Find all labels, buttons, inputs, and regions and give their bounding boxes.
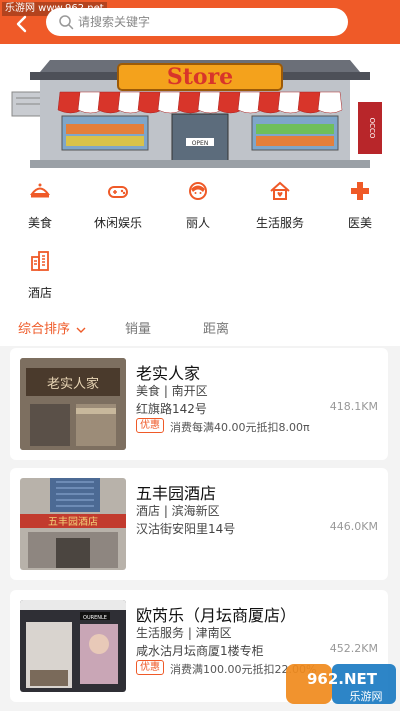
dish-icon xyxy=(30,183,50,198)
category-hotel[interactable]: 酒店 xyxy=(0,244,80,300)
category-label: 美食 xyxy=(27,216,52,230)
store-name: 老实人家 xyxy=(136,364,201,383)
sort-tab-distance[interactable]: 距离 xyxy=(203,318,229,337)
store-sign-text: Store xyxy=(167,64,233,90)
store-banner[interactable]: Store OPEN OCCO xyxy=(0,44,400,170)
promo-text: 消费每满40.00元抵扣8.00π xyxy=(170,421,310,434)
category-medical[interactable]: 医美 xyxy=(320,174,400,230)
category-label: 生活服务 xyxy=(255,216,304,230)
discount-badge: 优惠 xyxy=(136,418,164,433)
store-category-district: 酒店 | 滨海新区 xyxy=(136,504,220,518)
search-placeholder: 请搜索关键字 xyxy=(78,15,151,29)
search-input[interactable]: 请搜索关键字 xyxy=(46,8,348,36)
thumb-sign: 老实人家 xyxy=(47,376,99,392)
store-category-district: 美食 | 南开区 xyxy=(136,384,208,398)
hotel-icon xyxy=(31,251,49,271)
store-name: 五丰园酒店 xyxy=(136,484,217,503)
category-label: 医美 xyxy=(347,216,372,230)
beauty-icon xyxy=(189,182,207,200)
store-address: 红旗路142号 xyxy=(136,402,207,416)
store-distance: 446.0KM xyxy=(329,520,378,533)
store-photo: 老实人家 xyxy=(20,358,126,450)
medical-cross-icon xyxy=(351,182,369,200)
thumb-sign: OURENLE xyxy=(83,615,107,621)
chevron-down-icon xyxy=(76,327,86,333)
sort-tab-label: 综合排序 xyxy=(18,322,71,337)
site-logo-watermark: 962.NET 乐游网 xyxy=(286,658,398,708)
gamepad-icon xyxy=(108,186,128,198)
home-service-icon xyxy=(270,181,290,200)
store-distance: 418.1KM xyxy=(329,400,378,413)
store-name: 欧芮乐（月坛商厦店） xyxy=(136,606,297,625)
store-illustration: Store OPEN OCCO xyxy=(11,60,382,168)
back-arrow-icon[interactable] xyxy=(12,14,32,34)
store-distance: 452.2KM xyxy=(329,642,378,655)
list-item[interactable]: 老实人家 老实人家 美食 | 南开区 红旗路142号 418.1KM 优惠 消费… xyxy=(10,348,388,460)
top-bar: 乐游网 www.962.net 请搜索关键字 xyxy=(0,0,400,44)
side-flag-text: OCCO xyxy=(368,118,376,139)
logo-subtext: 乐游网 xyxy=(350,690,383,703)
store-photo: 五丰园酒店 xyxy=(20,478,126,570)
search-icon xyxy=(59,15,74,30)
category-life-service[interactable]: 生活服务 xyxy=(240,174,320,230)
category-entertainment[interactable]: 休闲娱乐 xyxy=(78,174,158,230)
store-category-district: 生活服务 | 津南区 xyxy=(136,626,232,640)
door-open-sign: OPEN xyxy=(192,140,209,147)
category-grid: 美食 休闲娱乐 丽人 生活服务 医美 酒店 xyxy=(0,170,400,306)
category-label: 酒店 xyxy=(27,286,52,300)
store-address: 汉沽街安阳里14号 xyxy=(136,522,236,536)
discount-badge: 优惠 xyxy=(136,660,164,675)
category-label: 丽人 xyxy=(185,216,210,230)
store-address: 咸水沽月坛商厦1楼专柜 xyxy=(136,644,264,658)
sort-bar: 综合排序 销量 距离 xyxy=(0,306,400,346)
logo-text: 962.NET xyxy=(307,670,378,688)
category-label: 休闲娱乐 xyxy=(93,216,142,230)
category-food[interactable]: 美食 xyxy=(0,174,80,230)
sort-tab-sales[interactable]: 销量 xyxy=(125,318,151,337)
category-beauty[interactable]: 丽人 xyxy=(158,174,238,230)
list-item[interactable]: 五丰园酒店 五丰园酒店 酒店 | 滨海新区 汉沽街安阳里14号 446.0KM xyxy=(10,468,388,580)
sort-tab-comprehensive[interactable]: 综合排序 xyxy=(18,318,86,337)
thumb-sign: 五丰园酒店 xyxy=(48,515,98,528)
awning-stripe xyxy=(317,91,343,114)
store-photo: OURENLE xyxy=(20,600,126,692)
